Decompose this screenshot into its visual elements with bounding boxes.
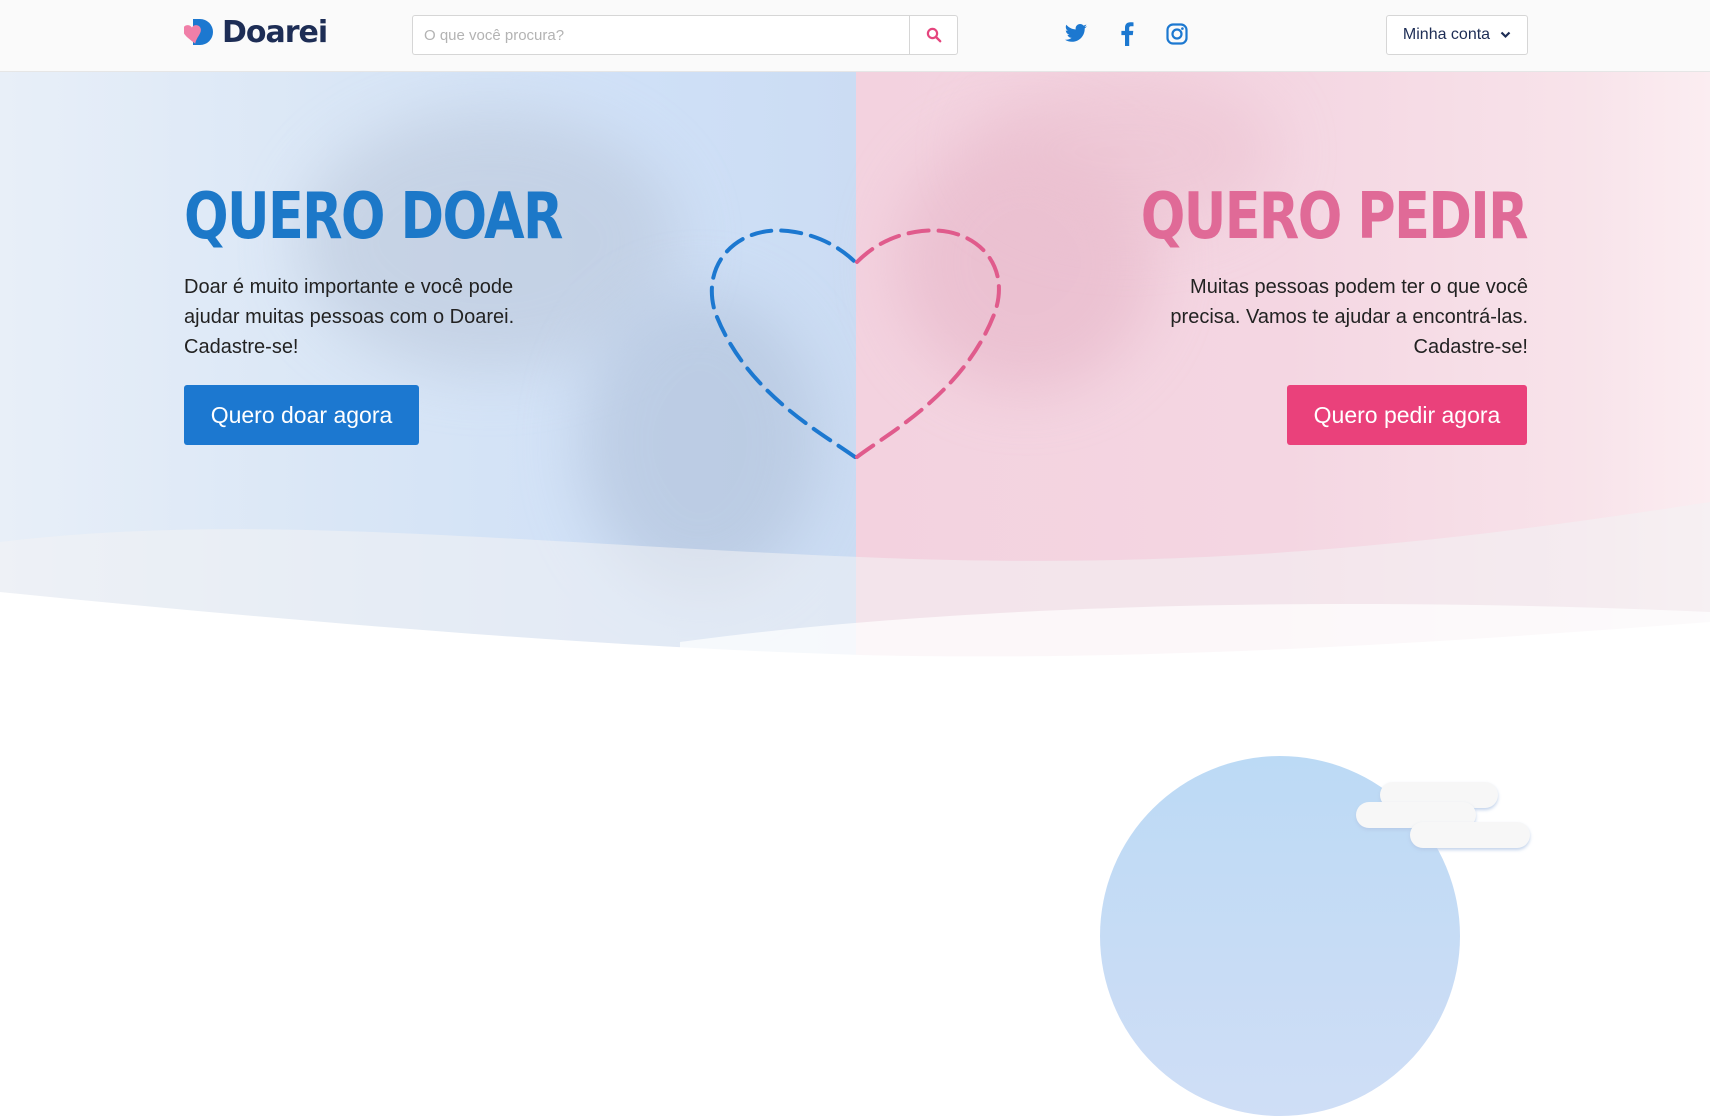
donate-title: QUERO DOAR xyxy=(184,180,563,254)
twitter-link[interactable] xyxy=(1061,20,1091,48)
hero-section: QUERO DOAR Doar é muito importante e voc… xyxy=(0,72,1710,672)
request-title: QUERO PEDIR xyxy=(1140,180,1529,254)
search-input[interactable] xyxy=(412,15,909,55)
instagram-icon xyxy=(1166,23,1188,45)
donate-now-button[interactable]: Quero doar agora xyxy=(184,385,419,445)
search-button[interactable] xyxy=(909,15,958,55)
search-bar xyxy=(412,15,958,55)
donate-description: Doar é muito importante e você pode ajud… xyxy=(184,276,515,358)
top-navbar: Doarei Minha conta xyxy=(0,0,1710,72)
facebook-icon xyxy=(1121,22,1134,46)
facebook-link[interactable] xyxy=(1112,20,1142,48)
request-description: Muitas pessoas podem ter o que você prec… xyxy=(1170,276,1528,358)
account-dropdown[interactable]: Minha conta xyxy=(1386,15,1528,55)
heart-logo-icon xyxy=(182,16,216,48)
brand-logo[interactable]: Doarei xyxy=(182,14,328,50)
request-now-button[interactable]: Quero pedir agora xyxy=(1287,385,1527,445)
account-label: Minha conta xyxy=(1402,26,1491,43)
instagram-link[interactable] xyxy=(1162,20,1192,48)
cloud-decoration xyxy=(1410,822,1530,848)
twitter-icon xyxy=(1065,24,1087,42)
dashed-heart-icon xyxy=(709,228,1001,459)
search-icon xyxy=(926,27,941,43)
brand-name: Doarei xyxy=(222,14,328,50)
chevron-down-icon xyxy=(1500,31,1511,39)
